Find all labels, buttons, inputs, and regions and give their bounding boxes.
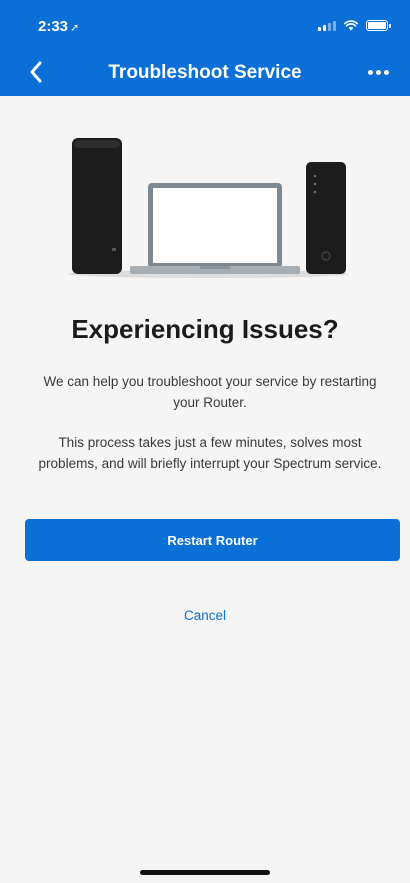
issues-heading: Experiencing Issues? bbox=[71, 314, 339, 344]
more-horizontal-icon bbox=[367, 69, 373, 75]
process-description: This process takes just a few minutes, s… bbox=[38, 435, 382, 471]
cancel-link[interactable]: Cancel bbox=[0, 608, 410, 623]
status-icons bbox=[318, 20, 391, 31]
modem-icon bbox=[306, 162, 346, 274]
restart-router-button[interactable]: Restart Router bbox=[25, 519, 400, 561]
cellular-signal-icon bbox=[318, 20, 336, 31]
page-title: Troubleshoot Service bbox=[108, 62, 302, 83]
location-arrow-icon: ➚ bbox=[70, 22, 80, 34]
status-time-text: 2:33 bbox=[38, 18, 69, 35]
more-options-button[interactable] bbox=[362, 62, 394, 82]
home-indicator[interactable] bbox=[140, 870, 270, 875]
router-laptop-modem-illustration bbox=[60, 128, 355, 280]
help-description: We can help you troubleshoot your servic… bbox=[43, 374, 377, 410]
status-time: 2:33 ➚ bbox=[38, 18, 79, 35]
battery-icon bbox=[366, 20, 391, 31]
app-header: 2:33 ➚ Troubleshoot Service bbox=[0, 0, 410, 96]
app-screen: 2:33 ➚ Troubleshoot Service Experiencing… bbox=[0, 0, 410, 883]
wifi-icon bbox=[344, 20, 358, 31]
router-icon bbox=[72, 138, 122, 274]
